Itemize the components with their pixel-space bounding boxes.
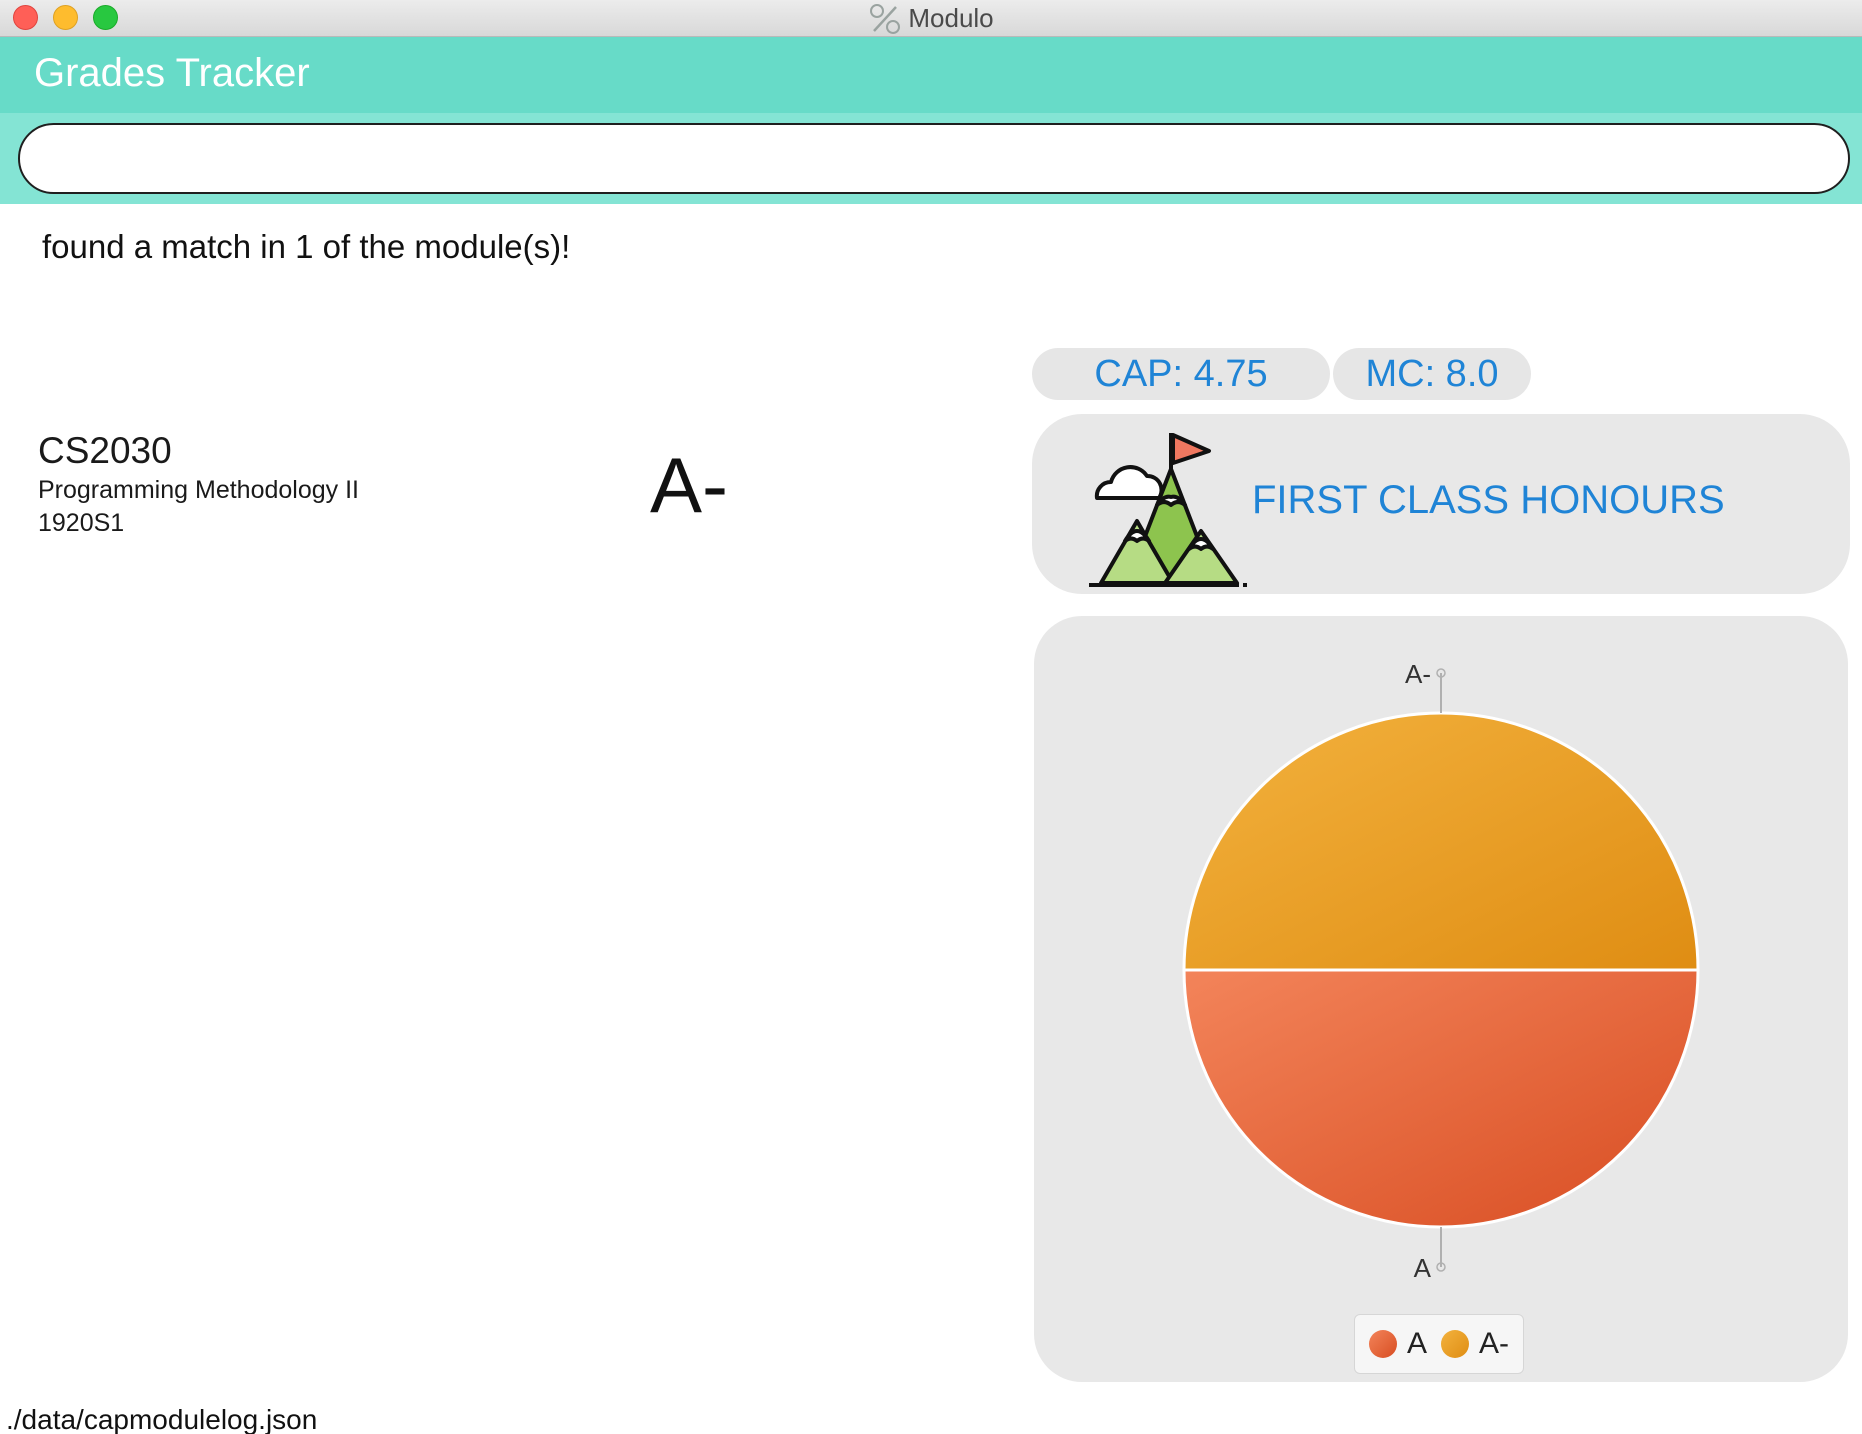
window-title-group: Modulo (0, 0, 1862, 37)
data-file-path: ./data/capmodulelog.json (6, 1404, 318, 1434)
window-titlebar: Modulo (0, 0, 1862, 37)
pie-label-a-minus: A- (1405, 659, 1431, 689)
module-code: CS2030 (38, 430, 172, 471)
legend-item-a: A (1369, 1327, 1427, 1361)
mountain-flag-icon (1089, 433, 1247, 587)
page-title: Grades Tracker (34, 51, 310, 95)
legend-swatch-a-minus (1441, 1330, 1470, 1358)
legend-item-a-minus: A- (1441, 1327, 1509, 1361)
grade-pie-chart: A A- (1182, 659, 1700, 1283)
command-input[interactable] (18, 123, 1850, 194)
grade-distribution-panel: A A- A A- (1034, 616, 1848, 1382)
legend-label-a: A (1407, 1327, 1428, 1360)
legend-label-a-minus: A- (1479, 1327, 1510, 1360)
legend-swatch-a (1369, 1330, 1397, 1358)
percent-icon (870, 3, 901, 34)
pie-slice-a-minus[interactable] (1182, 711, 1700, 972)
command-bar (0, 113, 1862, 204)
pie-slice-a[interactable] (1182, 968, 1700, 1229)
pie-label-a: A (1414, 1253, 1432, 1283)
result-message: found a match in 1 of the module(s)! (42, 228, 571, 265)
module-name: Programming Methodology II (38, 476, 359, 504)
module-grade: A- (650, 441, 728, 529)
honours-label: FIRST CLASS HONOURS (1252, 478, 1725, 522)
app-header: Grades Tracker (0, 37, 1862, 113)
cap-badge: CAP: 4.75 (1032, 348, 1330, 400)
honours-panel: FIRST CLASS HONOURS (1032, 414, 1850, 594)
chart-legend: A A- (1354, 1314, 1525, 1374)
mc-badge: MC: 8.0 (1333, 348, 1531, 400)
window-title: Modulo (908, 3, 994, 33)
module-semester: 1920S1 (38, 509, 125, 537)
